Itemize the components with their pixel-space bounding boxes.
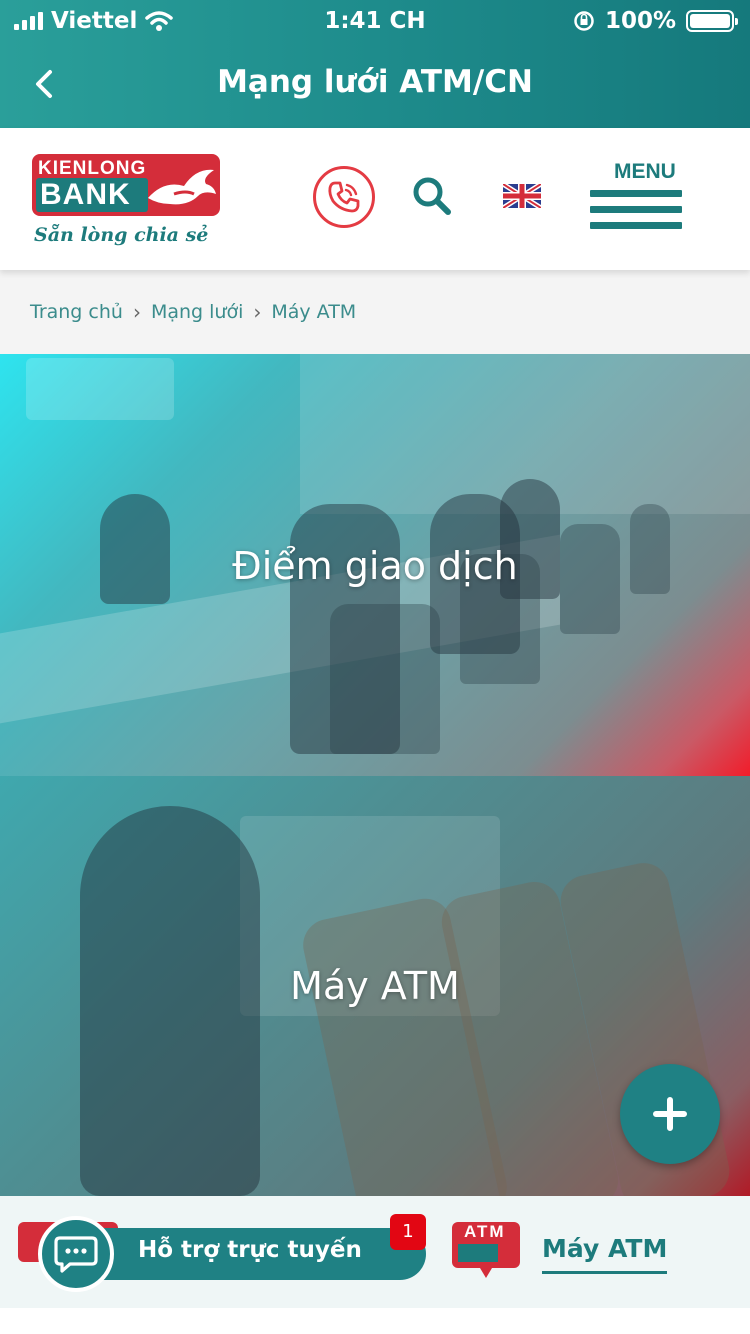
breadcrumb: Trang chủ › Mạng lưới › Máy ATM	[0, 270, 750, 354]
call-button[interactable]	[313, 166, 375, 228]
search-button[interactable]	[410, 174, 454, 218]
battery-percent: 100%	[604, 8, 676, 34]
logo-tagline: Sẵn lòng chia sẻ	[34, 224, 209, 246]
plus-icon	[653, 1097, 687, 1131]
logo-badge: KIENLONG BANK	[32, 154, 220, 216]
site-header: KIENLONG BANK Sẵn lòng chia sẻ MENU	[0, 128, 750, 270]
online-support-label: Hỗ trợ trực tuyến	[138, 1237, 362, 1263]
top-bar: Viettel 1:41 CH 100% Mạng lưới ATM/CN	[0, 0, 750, 128]
kienlongbank-logo[interactable]: KIENLONG BANK Sẵn lòng chia sẻ	[32, 154, 222, 254]
search-icon	[413, 177, 451, 215]
logo-top-text: KIENLONG	[38, 158, 147, 179]
expand-fab-button[interactable]	[620, 1064, 720, 1164]
chat-icon	[54, 1236, 98, 1273]
atm-location-icon[interactable]: ATM	[450, 1222, 522, 1280]
breadcrumb-network[interactable]: Mạng lưới	[151, 301, 243, 323]
status-right: 100%	[573, 8, 738, 34]
page-title: Mạng lưới ATM/CN	[217, 64, 533, 100]
breadcrumb-home[interactable]: Trang chủ	[30, 301, 123, 323]
nav-bar: Mạng lưới ATM/CN	[0, 50, 750, 120]
uk-flag-icon	[501, 181, 543, 211]
bottom-bar: Hỗ trợ trực tuyến 1 ATM Máy ATM	[0, 1196, 750, 1308]
chevron-right-icon: ›	[132, 300, 141, 324]
menu-button[interactable]: MENU	[588, 158, 684, 238]
bottom-safe-area	[0, 1308, 750, 1334]
card-title-atm: Máy ATM	[290, 964, 460, 1008]
phone-icon	[328, 181, 360, 213]
battery-icon	[686, 10, 738, 32]
rotation-lock-icon	[574, 11, 594, 31]
atm-icon-text: ATM	[464, 1222, 506, 1241]
chevron-right-icon: ›	[253, 300, 262, 324]
card-transaction-points[interactable]: Điểm giao dịch	[0, 354, 750, 776]
language-button[interactable]	[501, 181, 543, 211]
breadcrumb-current: Máy ATM	[271, 301, 357, 323]
notification-badge: 1	[390, 1214, 426, 1250]
status-bar: Viettel 1:41 CH 100%	[0, 0, 750, 40]
logo-bank-text: BANK	[36, 178, 148, 212]
chat-icon-wrapper[interactable]	[38, 1216, 114, 1292]
atm-tab-label[interactable]: Máy ATM	[542, 1234, 668, 1274]
menu-label: MENU	[614, 160, 676, 183]
dragon-icon	[148, 169, 216, 205]
card-title-transaction-points: Điểm giao dịch	[232, 544, 518, 588]
